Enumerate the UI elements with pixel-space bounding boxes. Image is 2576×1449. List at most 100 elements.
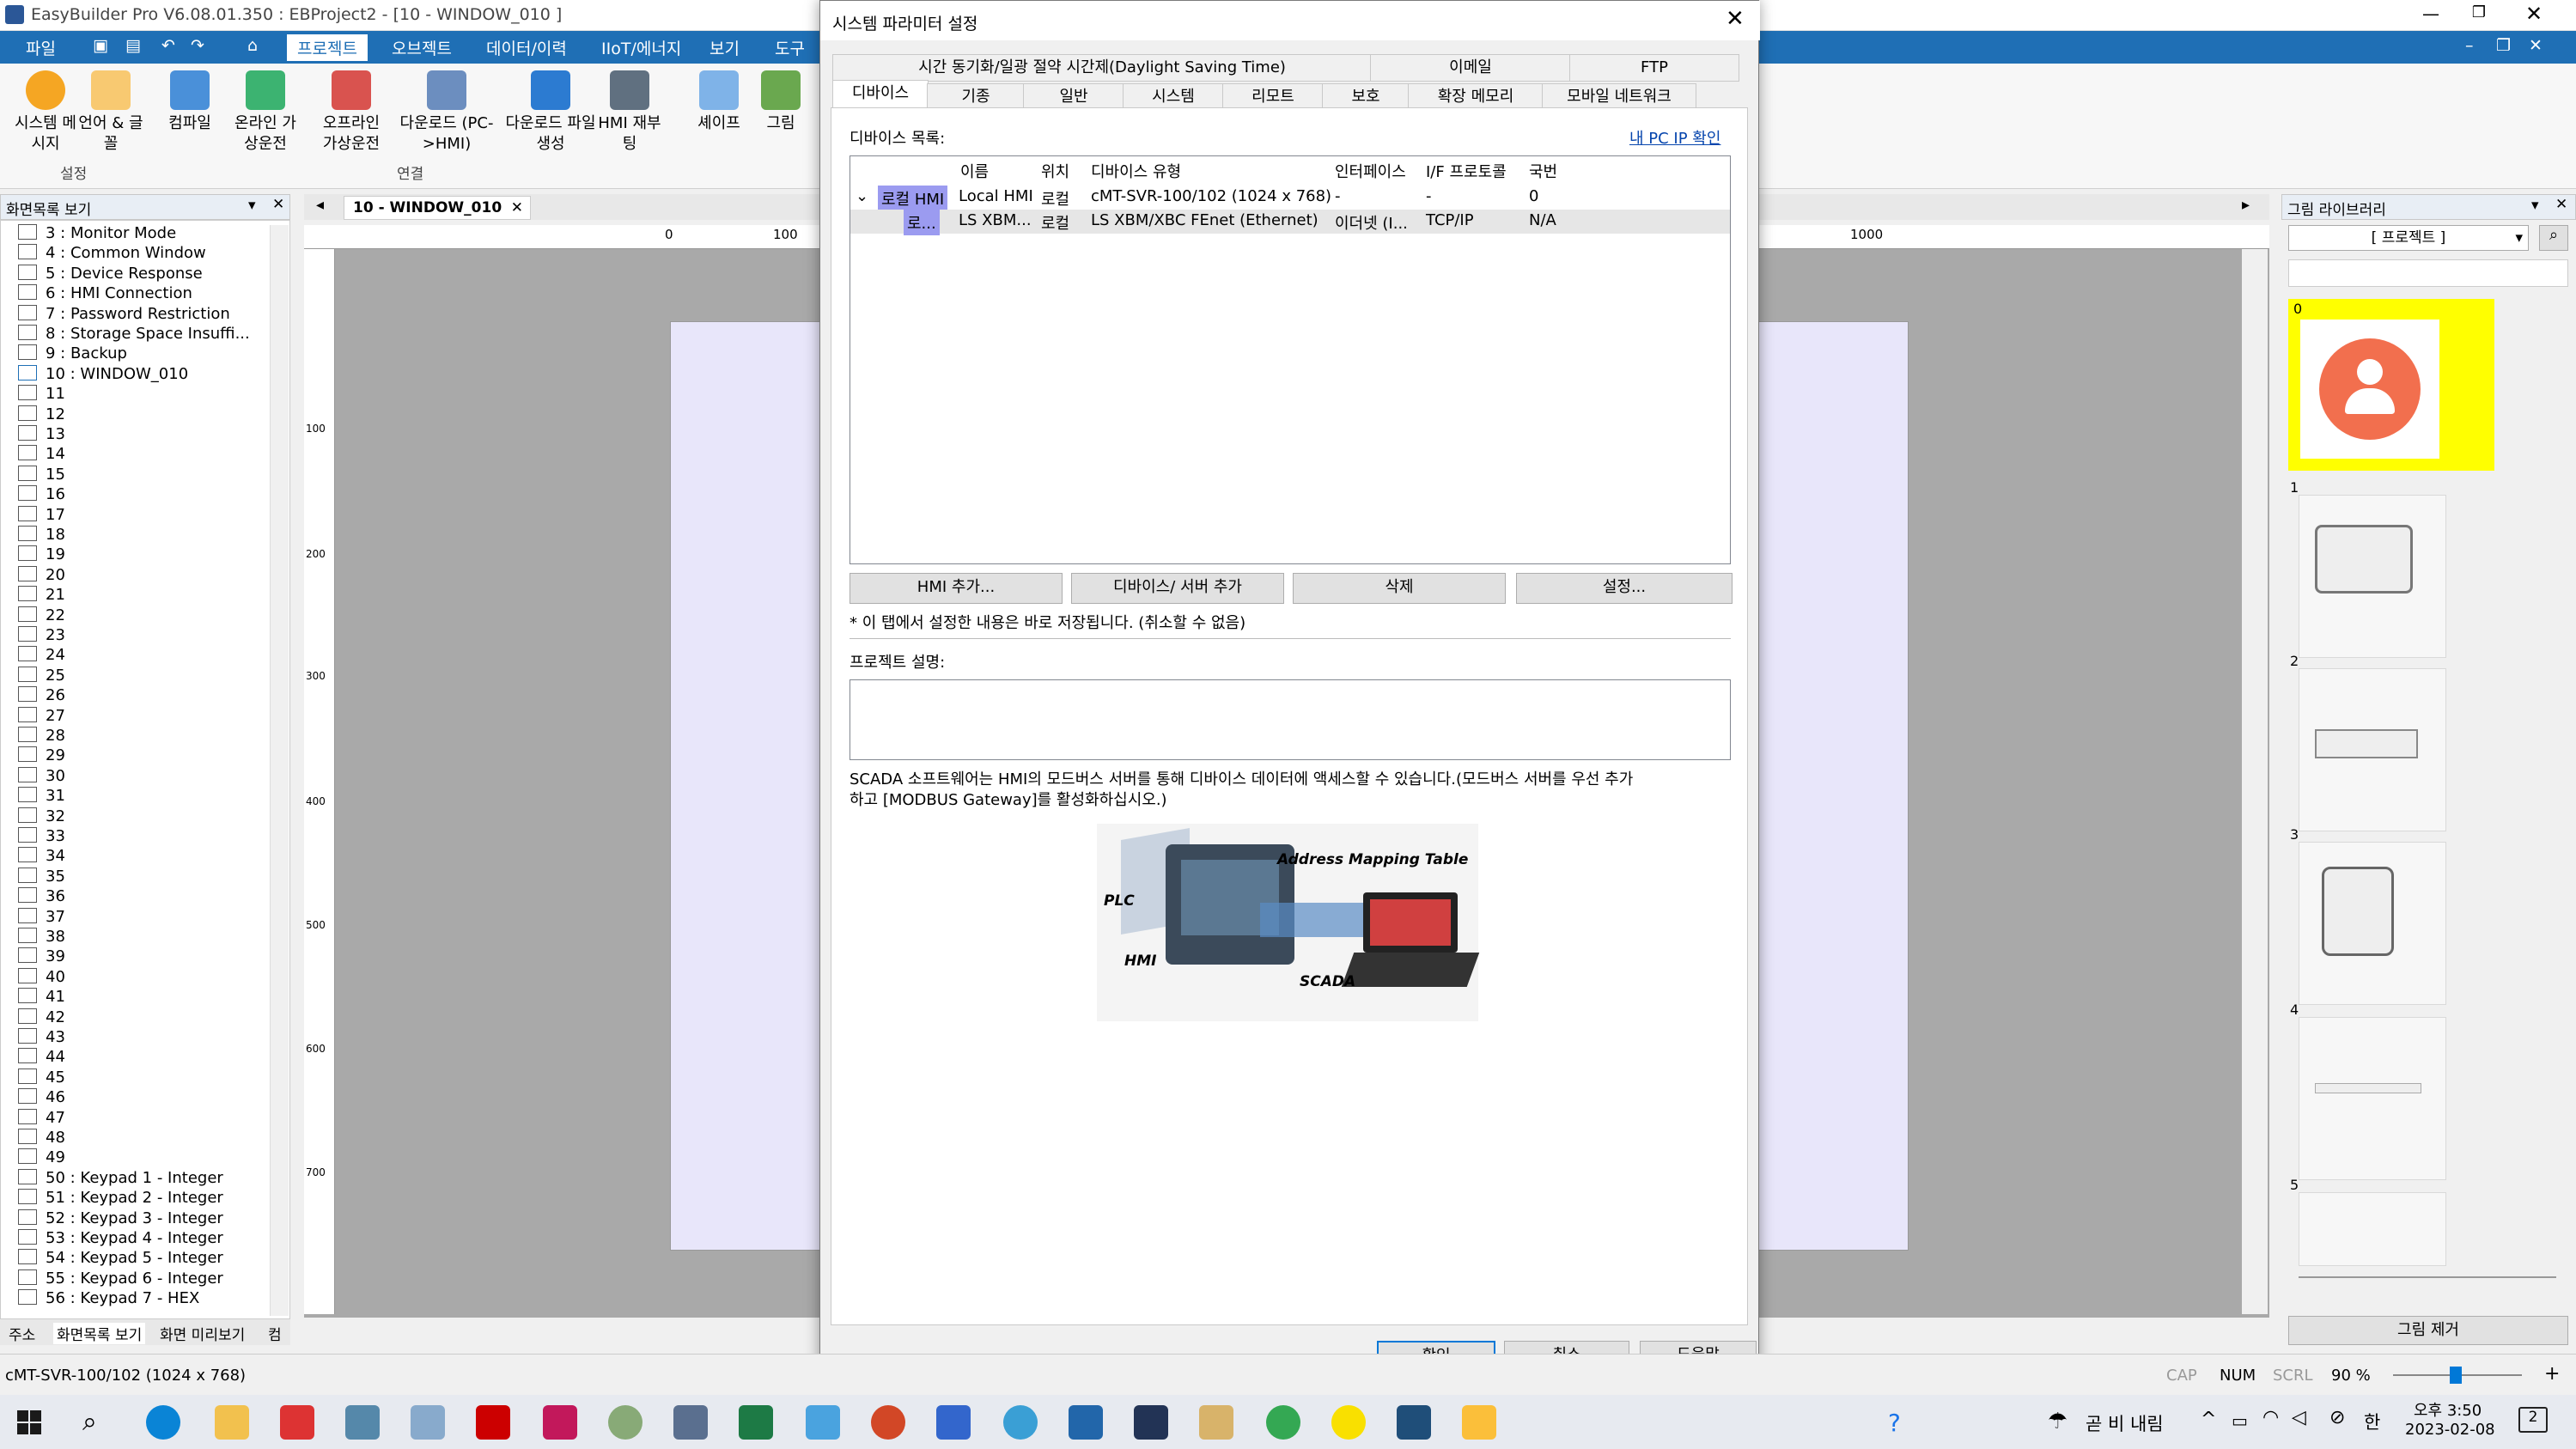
clock-date[interactable]: 2023-02-08 (2405, 1421, 2495, 1439)
menu-tools[interactable]: 도구 (775, 36, 805, 59)
list-item[interactable]: 33 (18, 827, 65, 845)
wifi-icon[interactable]: ◠ (2262, 1407, 2279, 1428)
zoom-slider[interactable] (2393, 1367, 2522, 1384)
canvas-vertical-scrollbar[interactable] (2242, 249, 2268, 1314)
list-item[interactable]: 40 (18, 967, 65, 986)
list-item[interactable]: 13 (18, 425, 65, 443)
library-item-2[interactable] (2299, 668, 2446, 831)
dropdown-icon[interactable]: ▾ (2531, 197, 2539, 214)
device-list[interactable]: 이름 위치 디바이스 유형 인터페이스 I/F 프로토콜 국번 ⌄ 로컬 HMI… (850, 155, 1731, 564)
tab-scroll-right-icon[interactable]: ▸ (2242, 196, 2250, 214)
tab-more[interactable]: 컴 (268, 1323, 282, 1344)
tab-close-icon[interactable]: ✕ (511, 199, 523, 216)
delete-button[interactable]: 삭제 (1293, 573, 1506, 604)
list-item[interactable]: 39 (18, 947, 65, 965)
dropdown-icon[interactable]: ▾ (248, 197, 256, 214)
list-item[interactable]: 26 (18, 686, 65, 704)
chrome-icon[interactable] (1266, 1405, 1300, 1440)
col-station[interactable]: 국번 (1529, 160, 1557, 182)
menu-object[interactable]: 오브젝트 (392, 36, 452, 59)
app-icon[interactable] (345, 1405, 380, 1440)
list-item[interactable]: 56 : Keypad 7 - HEX (18, 1289, 199, 1307)
list-item[interactable]: 44 (18, 1048, 65, 1066)
maximize-button[interactable]: ❐ (2462, 3, 2496, 27)
add-hmi-button[interactable]: HMI 추가... (850, 573, 1063, 604)
list-item[interactable]: 24 (18, 646, 65, 664)
app-tray-icon[interactable]: ⊘ (2329, 1407, 2345, 1428)
mdi-restore-button[interactable]: ❐ (2496, 36, 2511, 55)
check-my-pc-ip-link[interactable]: 내 PC IP 확인 (1629, 126, 1720, 149)
list-item[interactable]: 16 (18, 485, 65, 503)
list-item[interactable]: 20 (18, 565, 65, 584)
list-item[interactable]: 49 (18, 1148, 65, 1166)
app-icon[interactable] (1199, 1405, 1233, 1440)
tab-time-sync[interactable]: 시간 동기화/일광 절약 시간제(Daylight Saving Time) (832, 54, 1372, 82)
app-icon[interactable] (543, 1405, 577, 1440)
zoom-in-icon[interactable]: + (2544, 1363, 2560, 1385)
menu-iiot-energy[interactable]: IIoT/에너지 (601, 36, 681, 59)
dialog-close-icon[interactable]: ✕ (1726, 6, 1745, 32)
project-description-field[interactable] (850, 679, 1731, 760)
menu-file[interactable]: 파일 (26, 36, 56, 59)
list-item[interactable]: 35 (18, 867, 65, 886)
clock-time[interactable]: 오후 3:50 (2414, 1398, 2482, 1421)
list-item[interactable]: 23 (18, 626, 65, 644)
list-item[interactable]: 8 : Storage Space Insuffi... (18, 325, 250, 343)
list-item[interactable]: 55 : Keypad 6 - Integer (18, 1269, 223, 1288)
hmi-reboot-button[interactable]: HMI 재부팅 (594, 70, 665, 155)
acrobat-icon[interactable] (476, 1405, 510, 1440)
calculator-icon[interactable] (673, 1405, 708, 1440)
list-item[interactable]: 34 (18, 847, 65, 865)
mdi-minimize-button[interactable]: – (2465, 36, 2474, 55)
app-icon[interactable] (411, 1405, 445, 1440)
compile-button[interactable]: 컴파일 (155, 70, 225, 134)
home-icon[interactable]: ⌂ (247, 36, 258, 55)
tray-expand-icon[interactable]: ^ (2201, 1409, 2216, 1430)
library-item-1[interactable] (2299, 495, 2446, 658)
list-item[interactable]: 6 : HMI Connection (18, 284, 192, 302)
easybuilder-icon[interactable] (1397, 1405, 1431, 1440)
col-interface[interactable]: 인터페이스 (1335, 160, 1406, 182)
volume-icon[interactable]: ◁ (2292, 1407, 2306, 1428)
library-item-5[interactable] (2299, 1192, 2446, 1266)
table-row[interactable]: ⌄ 로컬 HMI Local HMI 로컬 cMT-SVR-100/102 (1… (850, 186, 1730, 211)
list-item[interactable]: 52 : Keypad 3 - Integer (18, 1209, 223, 1227)
shape-button[interactable]: 셰이프 (684, 70, 754, 134)
search-icon[interactable]: ⌕ (2539, 225, 2568, 251)
list-item[interactable]: 9 : Backup (18, 344, 127, 362)
ime-indicator[interactable]: 한 (2364, 1409, 2380, 1434)
app-icon[interactable] (1069, 1405, 1103, 1440)
list-item[interactable]: 28 (18, 727, 65, 745)
library-size-slider[interactable] (2299, 1273, 2556, 1282)
list-item[interactable]: 11 (18, 385, 65, 403)
notification-icon[interactable]: 2 (2518, 1407, 2548, 1433)
powerpoint-icon[interactable] (871, 1405, 905, 1440)
minimize-button[interactable]: — (2414, 3, 2448, 27)
app-icon[interactable] (608, 1405, 642, 1440)
list-item[interactable]: 48 (18, 1129, 65, 1147)
list-item[interactable]: 15 (18, 465, 65, 484)
list-item[interactable]: 42 (18, 1008, 65, 1026)
list-item[interactable]: 27 (18, 706, 65, 725)
library-item-0[interactable]: 0 (2288, 299, 2494, 471)
list-item[interactable]: 29 (18, 746, 65, 764)
redo-icon[interactable]: ↷ (191, 36, 204, 55)
list-item[interactable]: 47 (18, 1108, 65, 1127)
library-scrollbar[interactable] (2536, 299, 2556, 1269)
system-message-button[interactable]: 시스템 메시지 (10, 70, 81, 155)
settings-button[interactable]: 설정... (1516, 573, 1733, 604)
list-item[interactable]: 10 : WINDOW_010 (18, 364, 188, 383)
zoom-slider-thumb[interactable] (2450, 1367, 2462, 1384)
help-icon[interactable]: ? (1888, 1409, 1901, 1437)
weather-text[interactable]: 곧 비 내림 (2086, 1410, 2164, 1436)
add-device-server-button[interactable]: 디바이스/ 서버 추가 (1071, 573, 1284, 604)
list-item[interactable]: 18 (18, 526, 65, 544)
picture-button[interactable]: 그림 (746, 70, 816, 134)
list-item[interactable]: 36 (18, 887, 65, 905)
list-item[interactable]: 31 (18, 787, 65, 805)
app-icon[interactable] (280, 1405, 314, 1440)
list-item[interactable]: 4 : Common Window (18, 244, 206, 262)
file-explorer-icon[interactable] (215, 1405, 249, 1440)
editor-tab[interactable]: 10 - WINDOW_010 ✕ (344, 196, 531, 220)
menu-view[interactable]: 보기 (709, 36, 740, 59)
